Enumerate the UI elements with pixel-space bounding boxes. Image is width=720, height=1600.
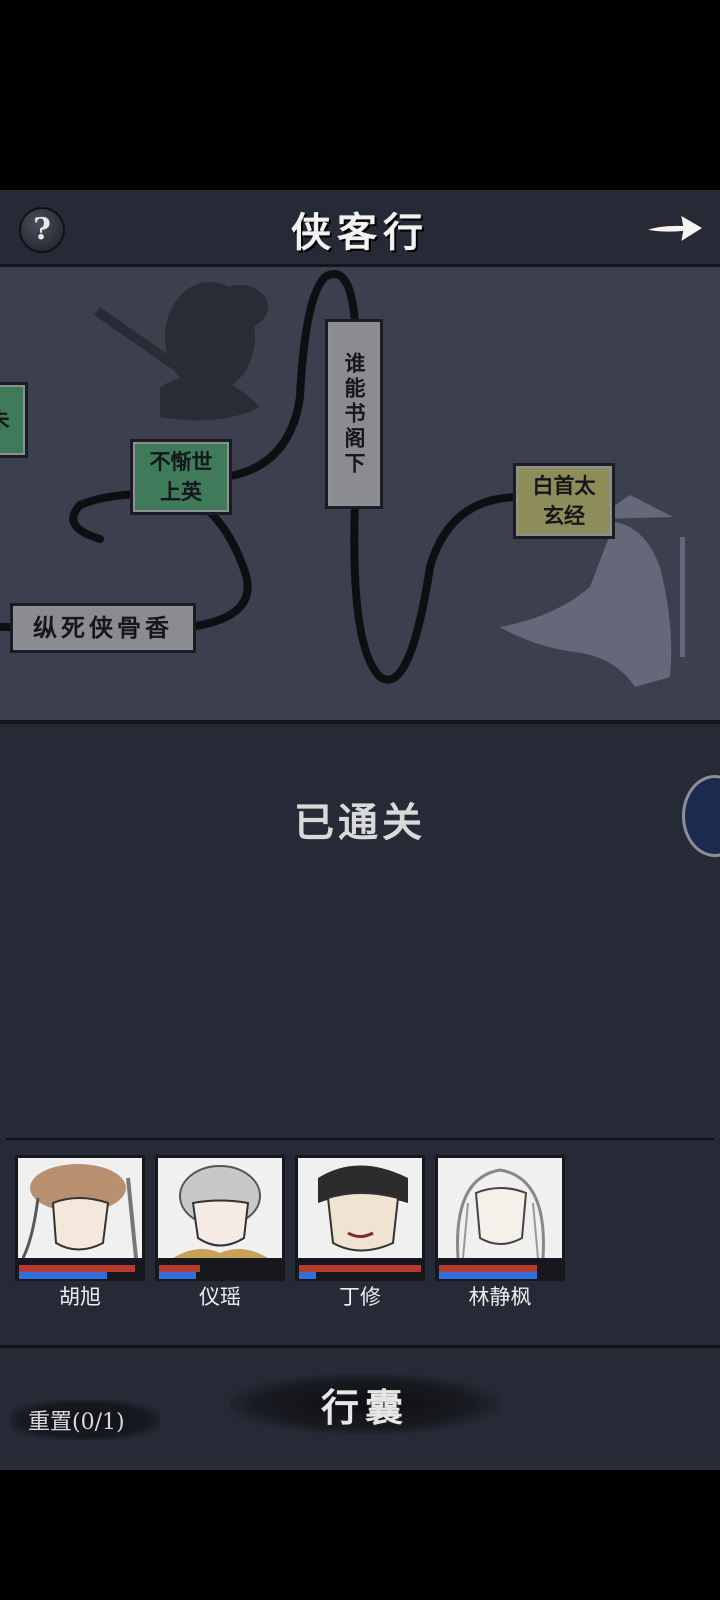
- level-node-4[interactable]: 纵死侠骨香: [10, 603, 196, 653]
- game-screen: ? 侠客行 朱: [0, 190, 720, 1470]
- portrait-dingxiu: [295, 1155, 425, 1261]
- stat-bars: [15, 1261, 145, 1281]
- party-roster: 胡旭 仪瑶 丁修 林静枫: [0, 1155, 720, 1330]
- bag-label: 行囊: [320, 1384, 409, 1430]
- stat-bars: [155, 1261, 285, 1281]
- portrait-image: [456, 1168, 545, 1258]
- level-node-label: 白首太玄经: [532, 473, 596, 528]
- mp-bar: [299, 1272, 316, 1279]
- next-arrow-icon[interactable]: [640, 206, 708, 250]
- portrait-image: [21, 1164, 138, 1258]
- level-node-1[interactable]: 不惭世上英: [130, 439, 232, 515]
- portrait-linjingfeng: [435, 1155, 565, 1261]
- divider: [0, 1345, 720, 1348]
- hp-bar: [299, 1265, 421, 1272]
- portrait-huxu: [15, 1155, 145, 1261]
- page-title: 侠客行: [291, 209, 429, 256]
- member-name: 林静枫: [468, 1285, 532, 1309]
- level-node-label: 谁能书阁下: [342, 351, 367, 477]
- stat-bars: [435, 1261, 565, 1281]
- mp-bar: [439, 1272, 537, 1279]
- level-node-label: 不惭世上英: [149, 449, 213, 504]
- hp-bar: [439, 1265, 537, 1272]
- bag-button[interactable]: 行囊: [230, 1374, 500, 1434]
- portrait-image: [318, 1165, 408, 1252]
- member-name: 胡旭: [59, 1285, 101, 1309]
- reset-button[interactable]: 重置(0/1): [10, 1400, 160, 1440]
- mp-bar: [19, 1272, 107, 1279]
- divider: [6, 1138, 714, 1140]
- level-node-zhu[interactable]: 朱: [0, 382, 28, 458]
- mp-bar: [159, 1272, 196, 1279]
- portrait-image: [173, 1165, 268, 1258]
- portrait-yiyao: [155, 1155, 285, 1261]
- header: ? 侠客行: [0, 190, 720, 264]
- member-name: 丁修: [339, 1285, 381, 1309]
- level-node-label: 朱: [0, 405, 10, 435]
- hp-bar: [19, 1265, 135, 1272]
- reset-label: 重置(0/1): [28, 1410, 125, 1435]
- level-node-label: 纵死侠骨香: [33, 613, 173, 642]
- hp-bar: [159, 1265, 200, 1272]
- cleared-status: 已通关: [294, 799, 426, 846]
- level-node-2[interactable]: 谁能书阁下: [325, 319, 383, 509]
- level-map: 朱 不惭世上英 谁能书阁下 白首太玄经 纵死侠骨香: [0, 264, 720, 724]
- level-node-3[interactable]: 白首太玄经: [513, 463, 615, 539]
- stat-bars: [295, 1261, 425, 1281]
- member-name: 仪瑶: [199, 1285, 241, 1309]
